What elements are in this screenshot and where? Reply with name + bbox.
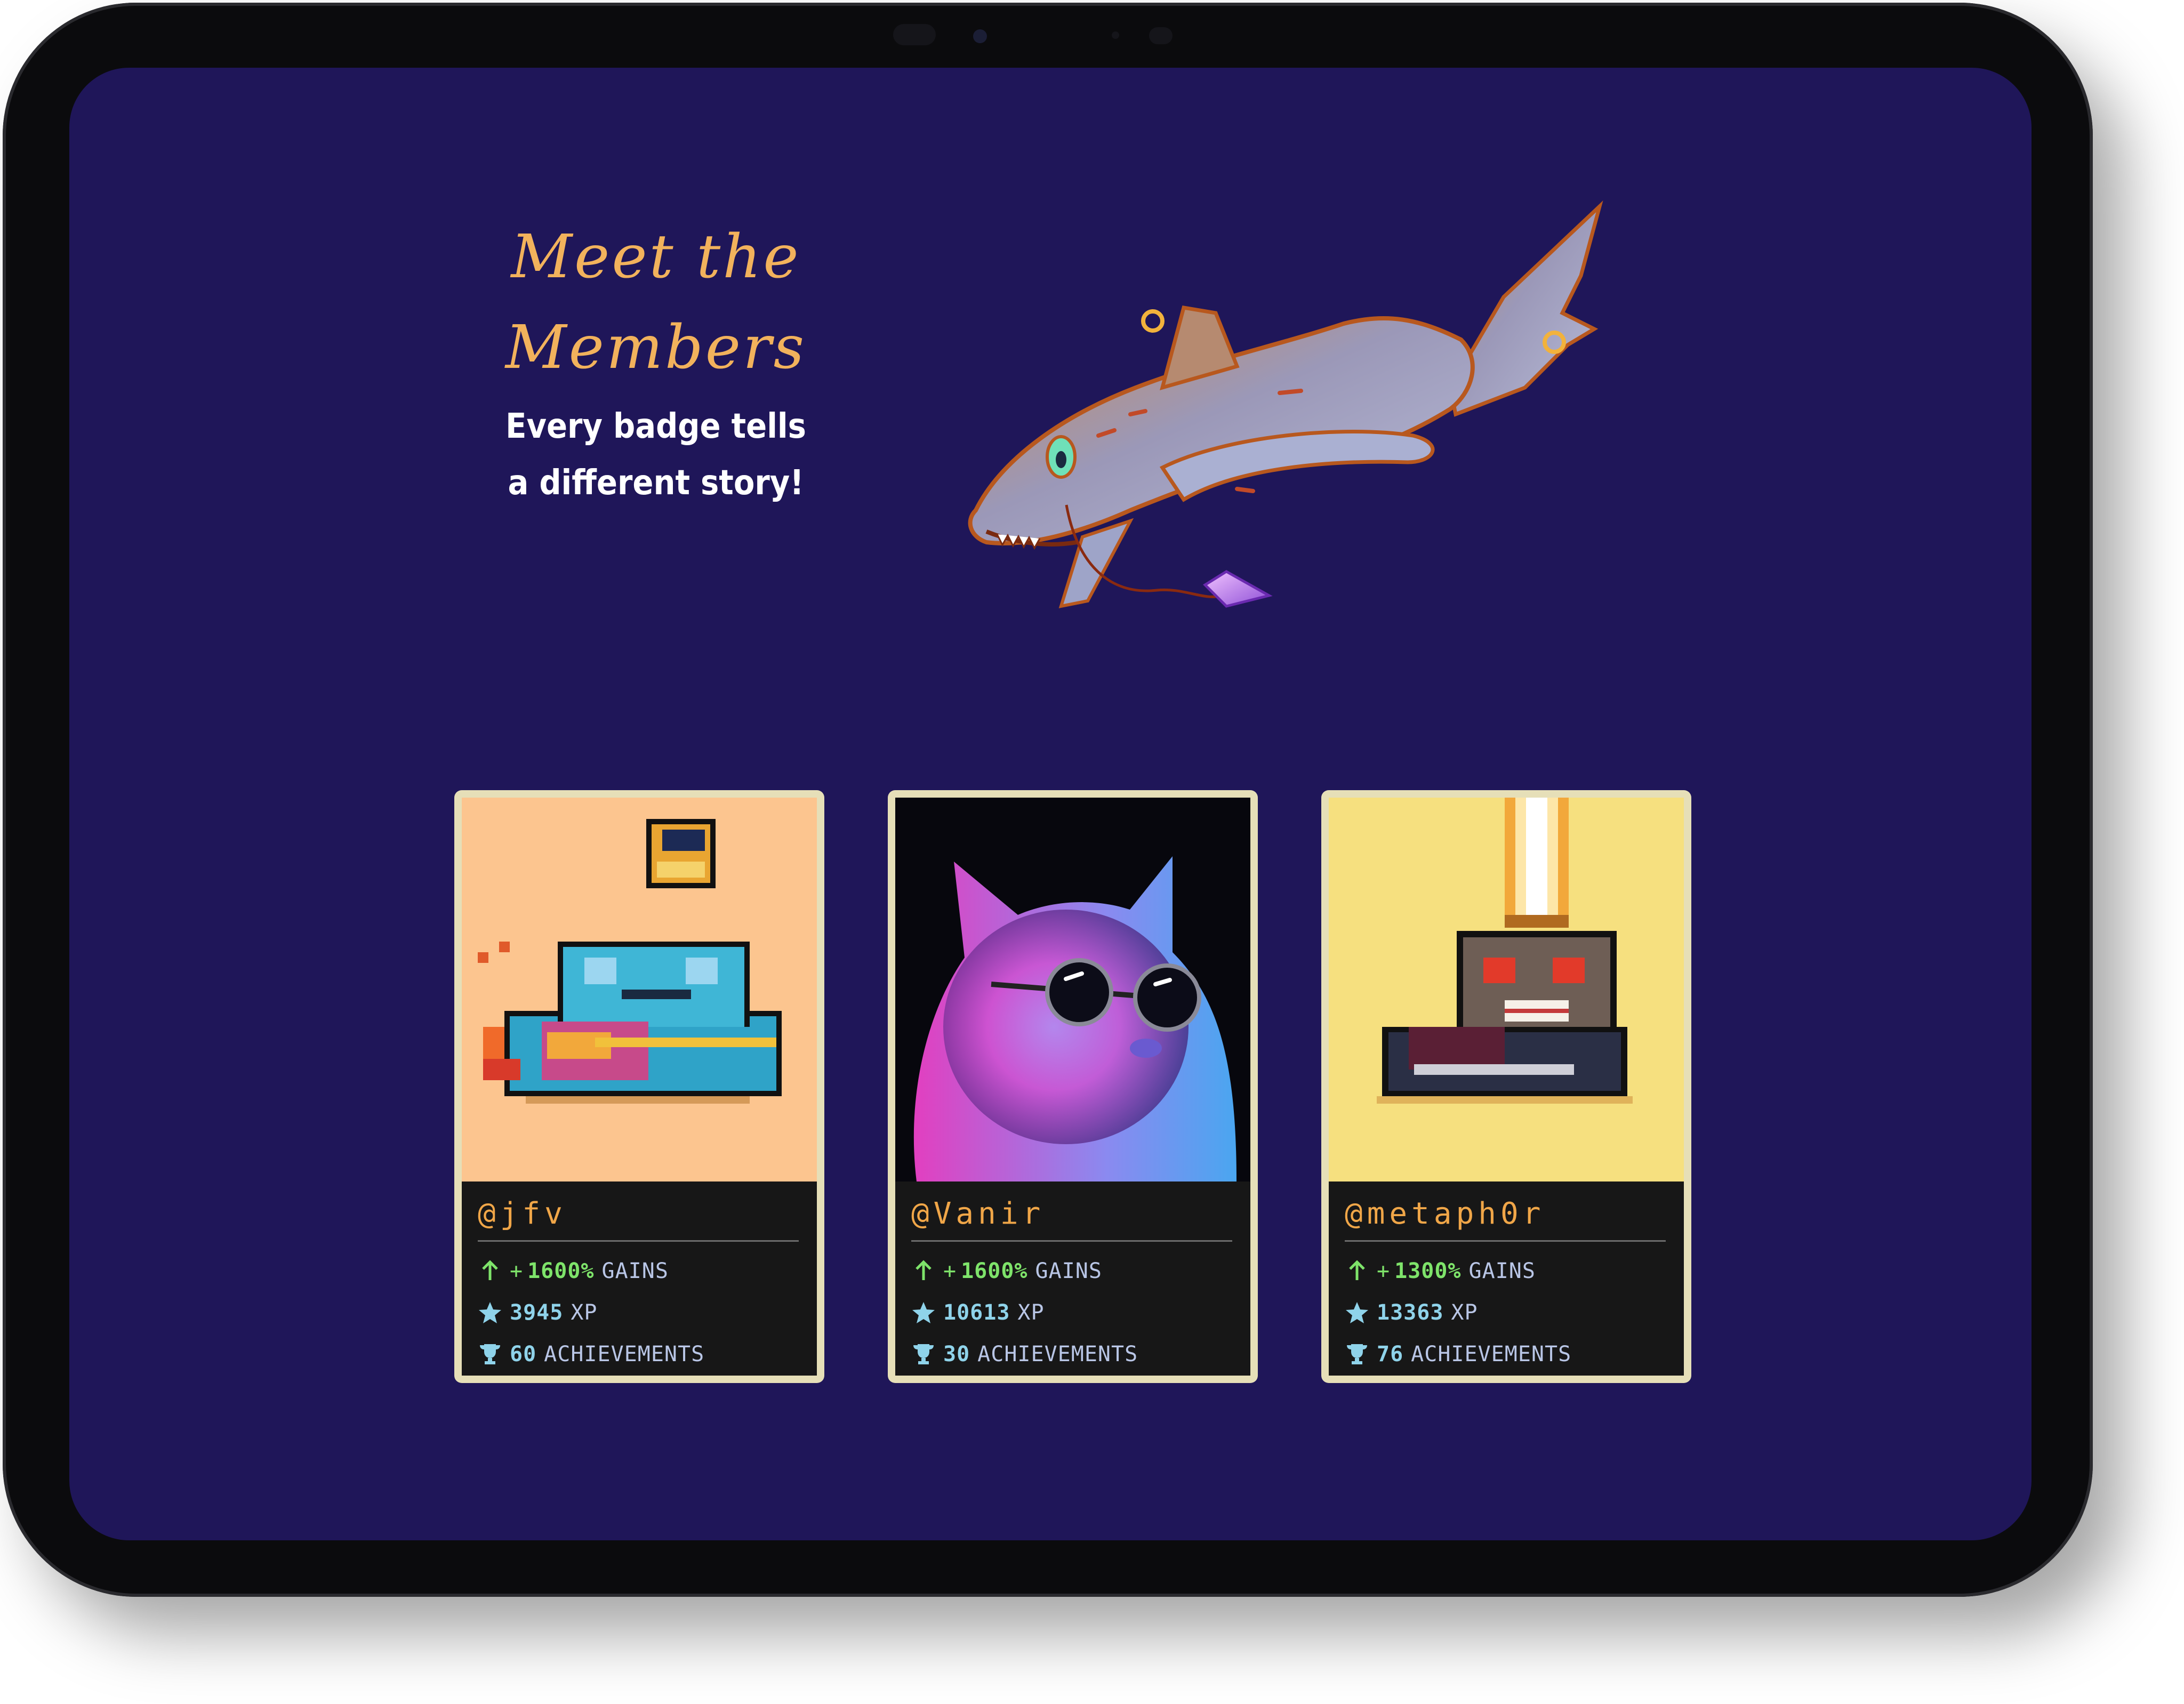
shark-illustration	[968, 200, 1603, 608]
app-screen: Meet the Members Every badge tells a dif…	[69, 68, 2032, 1540]
member-card-metaph0r[interactable]: @metaph0r + 1300% GAINS 13363 XP 76 ACHI…	[1321, 790, 1691, 1383]
xp-stat: 13363 XP	[1345, 1292, 1666, 1333]
gains-stat: + 1600% GAINS	[911, 1250, 1232, 1292]
member-info: @jfv + 1600% GAINS 3945 XP 60 ACHIEVEMEN…	[462, 1181, 817, 1376]
member-card-vanir[interactable]: @Vanir + 1600% GAINS 10613 XP 30 ACHIEVE…	[888, 790, 1258, 1383]
member-handle[interactable]: @Vanir	[911, 1195, 1232, 1242]
member-card-jfv[interactable]: @jfv + 1600% GAINS 3945 XP 60 ACHIEVEMEN…	[454, 790, 824, 1383]
page-title: Meet the Members	[499, 212, 813, 393]
cat-lens-right	[1133, 963, 1201, 1032]
xp-label: XP	[1451, 1300, 1478, 1325]
member-art-cat	[895, 798, 1250, 1181]
gains-value: 1300%	[1394, 1259, 1462, 1283]
achievements-stat: 60 ACHIEVEMENTS	[478, 1333, 799, 1375]
achievements-stat: 30 ACHIEVEMENTS	[911, 1333, 1232, 1375]
member-info: @metaph0r + 1300% GAINS 13363 XP 76 ACHI…	[1329, 1181, 1684, 1376]
ambient-sensor	[1112, 31, 1119, 39]
star-icon	[912, 1302, 935, 1323]
shark-earring-1	[1141, 309, 1165, 333]
member-handle[interactable]: @metaph0r	[1345, 1195, 1666, 1242]
page-subtitle: Every badge tells a different story!	[485, 398, 826, 511]
cat-lens-left	[1045, 958, 1113, 1026]
gains-prefix: +	[943, 1259, 957, 1283]
gains-prefix: +	[1377, 1259, 1391, 1283]
trophy-icon	[1347, 1344, 1367, 1364]
arrow-up-icon	[482, 1260, 498, 1280]
gains-label: GAINS	[601, 1259, 669, 1283]
xp-value: 10613	[943, 1300, 1010, 1325]
member-info: @Vanir + 1600% GAINS 10613 XP 30 ACHIEVE…	[895, 1181, 1250, 1376]
xp-value: 13363	[1377, 1300, 1444, 1325]
cat-with-sunglasses-image	[895, 798, 1250, 1181]
trophy-icon	[480, 1344, 500, 1364]
arrow-up-icon	[916, 1260, 932, 1280]
sensor-pill	[893, 24, 936, 45]
subtitle-line-2: a different story!	[508, 463, 804, 503]
xp-stat: 3945 XP	[478, 1292, 799, 1333]
member-art-mole	[1329, 798, 1684, 1181]
achievements-value: 76	[1377, 1342, 1404, 1367]
xp-value: 3945	[510, 1300, 564, 1325]
necklace-gem	[1203, 570, 1273, 608]
member-art-frog	[462, 798, 817, 1181]
achievements-value: 60	[510, 1342, 537, 1367]
gains-label: GAINS	[1468, 1259, 1536, 1283]
pixel-mole-icon	[1377, 798, 1633, 1104]
camera-housing	[893, 24, 1181, 61]
gains-label: GAINS	[1035, 1259, 1102, 1283]
gains-value: 1600%	[961, 1259, 1028, 1283]
star-icon	[479, 1302, 501, 1323]
gains-stat: + 1300% GAINS	[1345, 1250, 1666, 1292]
xp-stat: 10613 XP	[911, 1292, 1232, 1333]
gains-stat: + 1600% GAINS	[478, 1250, 799, 1292]
xp-label: XP	[571, 1300, 598, 1325]
pixel-frog-icon	[478, 819, 782, 1104]
title-line-2: Members	[505, 313, 807, 382]
gains-value: 1600%	[527, 1259, 595, 1283]
tablet-device-frame: Meet the Members Every badge tells a dif…	[3, 3, 2093, 1597]
achievements-value: 30	[943, 1342, 970, 1367]
trophy-icon	[913, 1344, 934, 1364]
subtitle-line-1: Every badge tells	[505, 407, 806, 446]
shark-tail	[1448, 200, 1603, 417]
xp-label: XP	[1017, 1300, 1045, 1325]
front-camera-lens	[973, 29, 987, 43]
achievements-label: ACHIEVEMENTS	[977, 1342, 1138, 1367]
gains-prefix: +	[510, 1259, 524, 1283]
achievements-label: ACHIEVEMENTS	[544, 1342, 705, 1367]
member-handle[interactable]: @jfv	[478, 1195, 799, 1242]
arrow-up-icon	[1349, 1260, 1365, 1280]
star-icon	[1346, 1302, 1368, 1323]
face-sensor	[1149, 27, 1173, 44]
title-line-1: Meet the	[511, 222, 801, 292]
achievements-label: ACHIEVEMENTS	[1411, 1342, 1572, 1367]
achievements-stat: 76 ACHIEVEMENTS	[1345, 1333, 1666, 1375]
